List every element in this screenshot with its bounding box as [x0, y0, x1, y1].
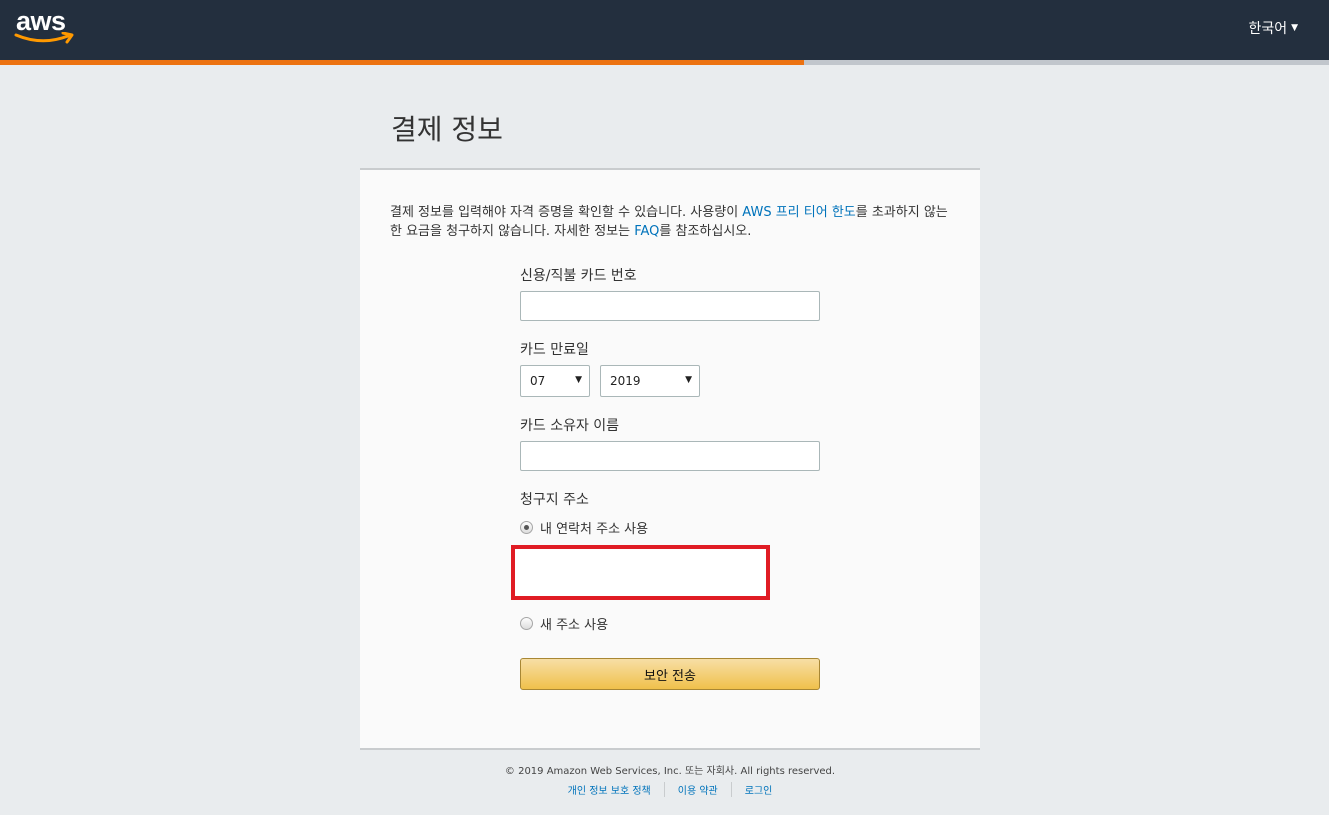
page-title: 결제 정보: [391, 113, 503, 146]
payment-form-panel: 결제 정보를 입력해야 자격 증명을 확인할 수 있습니다. 사용량이 AWS …: [360, 168, 980, 750]
intro-text-part: 를 참조하십시오.: [659, 224, 752, 239]
aws-logo[interactable]: aws: [14, 6, 76, 48]
card-number-label: 신용/직불 카드 번호: [520, 268, 637, 284]
dropdown-arrow-icon: ▼: [685, 375, 692, 385]
secure-submit-button[interactable]: 보안 전송: [520, 658, 820, 690]
progress-bar-fill: [0, 60, 805, 65]
use-new-address-label: 새 주소 사용: [540, 618, 609, 633]
language-label: 한국어: [1248, 21, 1288, 37]
expiry-year-value: 2019: [610, 374, 641, 388]
intro-text-part: 결제 정보를 입력해야 자격 증명을 확인할 수 있습니다. 사용량이: [390, 205, 743, 220]
sign-in-link[interactable]: 로그인: [730, 782, 786, 797]
top-navigation-bar: aws 한국어 ▼: [0, 0, 1329, 60]
aws-smile-icon: [14, 32, 74, 44]
card-number-input[interactable]: [520, 291, 820, 321]
dropdown-arrow-icon: ▼: [575, 375, 582, 385]
signup-progress-bar: [0, 60, 1329, 65]
intro-text: 결제 정보를 입력해야 자격 증명을 확인할 수 있습니다. 사용량이 AWS …: [390, 203, 950, 241]
radio-unchecked-icon[interactable]: [520, 617, 533, 630]
language-selector[interactable]: 한국어 ▼: [1248, 18, 1298, 38]
expiry-year-select[interactable]: 2019 ▼: [600, 365, 700, 397]
expiry-month-select[interactable]: 07 ▼: [520, 365, 590, 397]
use-new-address-option[interactable]: 새 주소 사용: [520, 614, 608, 633]
expiry-label: 카드 만료일: [520, 342, 589, 358]
faq-link[interactable]: FAQ: [634, 224, 659, 239]
caret-down-icon: ▼: [1291, 23, 1298, 33]
radio-checked-icon[interactable]: [520, 521, 533, 534]
use-contact-address-label: 내 연락처 주소 사용: [540, 522, 649, 537]
expiry-month-value: 07: [530, 374, 546, 388]
footer-copyright: © 2019 Amazon Web Services, Inc. 또는 자회사.…: [504, 766, 836, 777]
footer-links: 개인 정보 보호 정책 이용 약관 로그인: [360, 782, 980, 797]
terms-of-use-link[interactable]: 이용 약관: [663, 782, 731, 797]
billing-address-label: 청구지 주소: [520, 492, 589, 508]
card-holder-input[interactable]: [520, 441, 820, 471]
contact-address-highlight-box: [511, 545, 770, 600]
privacy-policy-link[interactable]: 개인 정보 보호 정책: [555, 782, 664, 797]
free-tier-link[interactable]: AWS 프리 티어 한도: [742, 205, 855, 220]
card-holder-label: 카드 소유자 이름: [520, 418, 620, 434]
use-contact-address-option[interactable]: 내 연락처 주소 사용: [520, 518, 648, 537]
